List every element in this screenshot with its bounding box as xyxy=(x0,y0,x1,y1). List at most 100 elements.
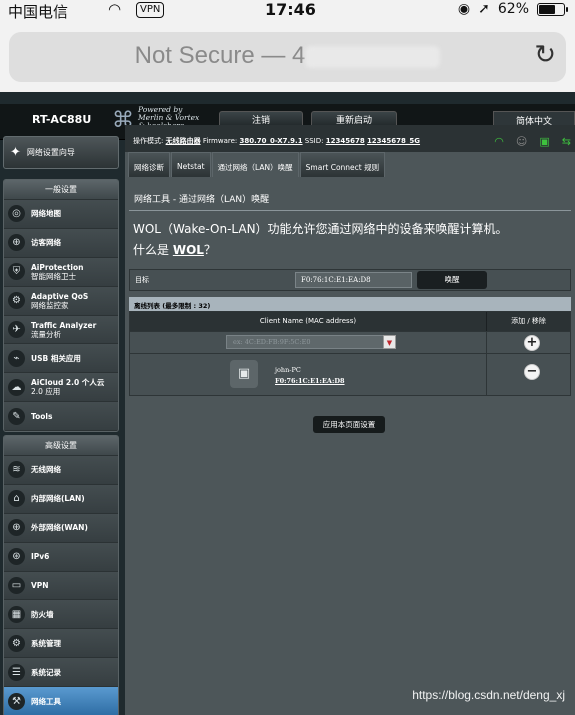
sidebar-item-usb[interactable]: ⌁ USB 相关应用 xyxy=(4,344,118,374)
sidebar-item-label: Traffic Analyzer 流量分析 xyxy=(31,321,96,339)
client-select-placeholder: ex: 4C:ED:FB:9F:5C:E0 xyxy=(233,338,311,346)
wol-link[interactable]: WOL xyxy=(173,243,204,257)
operation-bar: 操作模式: 无线路由器 Firmware: 380.70_0-X7.9.1 SS… xyxy=(125,125,575,152)
wake-button[interactable]: 唤醒 xyxy=(417,271,487,289)
sidebar-item-label: 外部网络(WAN) xyxy=(31,523,88,532)
quick-setup-label: 网络设置向导 xyxy=(26,148,75,157)
tab-smart-connect[interactable]: Smart Connect 规则 xyxy=(299,152,386,177)
sidebar-item-firewall[interactable]: ▦ 防火墙 xyxy=(4,600,118,630)
admin-icon: ⚙ xyxy=(8,634,25,652)
sidebar-item-wan[interactable]: ⊕ 外部网络(WAN) xyxy=(4,513,118,543)
tab-netstat[interactable]: Netstat xyxy=(171,152,211,177)
sidebar-item-label: AiCloud 2.0 个人云 2.0 应用 xyxy=(31,378,104,396)
tab-network-diagnosis[interactable]: 网络诊断 xyxy=(128,152,170,177)
wan-icon: ⊕ xyxy=(8,519,25,537)
wifi-status-icon[interactable]: ◠ xyxy=(494,135,504,148)
target-mac-input[interactable]: F0:76:1C:E1:EA:D8 xyxy=(295,272,412,288)
usb-status-icon[interactable]: ⇆ xyxy=(562,135,571,148)
wrench-icon: ✎ xyxy=(8,407,25,425)
firmware-link[interactable]: 380.70_0-X7.9.1 xyxy=(240,137,303,145)
sidebar-item-tools[interactable]: ⚒ 网络工具 xyxy=(4,687,118,715)
sidebar-item-line1: 网络地图 xyxy=(31,209,61,219)
mode-label: 操作模式: xyxy=(133,137,164,145)
sidebar-item-label: 防火墙 xyxy=(31,610,54,619)
url-redaction xyxy=(305,45,441,68)
general-section: 一般设置 ◎ 网络地图 ⊕ 访客网络 ⛨ AiProtection 智能网络卫士 ⚙ Adapt… xyxy=(3,179,119,433)
sidebar-item-vpn[interactable]: ▭ VPN xyxy=(4,571,118,601)
client-mac-link[interactable]: F0:76:1C:E1:EA:D8 xyxy=(275,377,345,385)
qos-icon: ⚙ xyxy=(8,292,25,310)
sidebar-item-label: 无线网络 xyxy=(31,465,61,474)
battery-percent: 62% xyxy=(497,1,529,17)
tab-wake-on-lan[interactable]: 通过网络（LAN）唤醒 xyxy=(211,152,299,177)
main-panel: 操作模式: 无线路由器 Firmware: 380.70_0-X7.9.1 SS… xyxy=(125,125,575,715)
sidebar-item-wireless[interactable]: ≋ 无线网络 xyxy=(4,456,118,485)
sidebar-item-traffic[interactable]: ✈ Traffic Analyzer 流量分析 xyxy=(4,315,118,345)
firmware-label: Firmware: xyxy=(202,137,238,145)
table-row: ▣ john-PC F0:76:1C:E1:EA:D8 − xyxy=(130,353,570,395)
address-bar[interactable]: Not Secure — 4 ↻ xyxy=(9,32,566,82)
offline-table: Client Name (MAC address) 添加 / 移除 ex: 4C… xyxy=(129,311,571,396)
add-button[interactable]: + xyxy=(524,335,540,351)
offline-list-title: 离线列表 (最多限制 : 32) xyxy=(129,297,571,311)
target-row: 目标 F0:76:1C:E1:EA:D8 唤醒 xyxy=(129,269,571,291)
page-title: 网络工具 - 通过网络（LAN）唤醒 xyxy=(134,195,270,205)
sidebar-item-wrench[interactable]: ✎ Tools xyxy=(4,402,118,432)
what-is-wol: 什么是 WOL？ xyxy=(129,239,571,265)
carrier-label: 中国电信 xyxy=(8,3,69,21)
sidebar-item-map[interactable]: ◎ 网络地图 xyxy=(4,200,118,229)
col-client-header: Client Name (MAC address) xyxy=(130,312,487,331)
sidebar-item-line1: 内部网络(LAN) xyxy=(31,494,85,504)
advanced-section: 高级设置 ≋ 无线网络 ⌂ 内部网络(LAN) ⊕ 外部网络(WAN) ⊛ IPv6 ▭ VPN ▦… xyxy=(3,435,119,715)
apply-button[interactable]: 应用本页面设置 xyxy=(313,416,385,433)
target-label: 目标 xyxy=(135,276,149,284)
sidebar-item-line1: AiCloud 2.0 个人云 xyxy=(31,378,105,388)
sidebar-item-line1: VPN xyxy=(31,581,49,590)
lock-rotation-icon: ◉ xyxy=(457,1,471,17)
client-name: john-PC xyxy=(275,366,301,374)
whatis-suffix: ？ xyxy=(203,243,216,257)
sidebar-item-admin[interactable]: ⚙ 系统管理 xyxy=(4,629,118,659)
sidebar-item-ipv6[interactable]: ⊛ IPv6 xyxy=(4,542,118,572)
status-bar: 中国电信 ◠ VPN 17:46 ◉ ➚ 62% xyxy=(0,0,575,22)
windows-pc-icon: ▣ xyxy=(230,360,258,388)
sidebar: ✦ 网络设置向导 一般设置 ◎ 网络地图 ⊕ 访客网络 ⛨ AiProtection 智能网… xyxy=(3,136,119,715)
wireless-icon: ≋ xyxy=(8,461,25,479)
ssid-link-2[interactable]: 12345678_5G xyxy=(367,137,420,145)
mode-link[interactable]: 无线路由器 xyxy=(166,137,201,145)
remove-button[interactable]: − xyxy=(524,364,540,380)
sidebar-item-globe[interactable]: ⊕ 访客网络 xyxy=(4,228,118,258)
client-select[interactable]: ex: 4C:ED:FB:9F:5C:E0 ▼ xyxy=(226,335,396,349)
battery-fill xyxy=(539,4,556,14)
tab-bar: 网络诊断 Netstat 通过网络（LAN）唤醒 Smart Connect 规… xyxy=(125,152,386,178)
table-header: Client Name (MAC address) 添加 / 移除 xyxy=(130,312,570,331)
reload-icon[interactable]: ↻ xyxy=(534,40,556,70)
content-area: 网络工具 - 通过网络（LAN）唤醒 WOL（Wake-On-LAN）功能允许您… xyxy=(125,178,575,715)
sidebar-item-label: 系统记录 xyxy=(31,668,61,677)
battery-icon xyxy=(537,2,568,16)
sidebar-item-line1: 系统记录 xyxy=(31,667,61,677)
user-status-icon[interactable]: ☺ xyxy=(516,135,527,148)
whatis-prefix: 什么是 xyxy=(133,243,173,257)
table-row-add: ex: 4C:ED:FB:9F:5C:E0 ▼ + xyxy=(130,331,570,353)
sidebar-item-line1: Tools xyxy=(31,411,53,421)
location-icon: ➚ xyxy=(478,1,490,17)
watermark: https://blog.csdn.net/deng_xj xyxy=(412,688,565,702)
network-status-icon[interactable]: ▣ xyxy=(539,135,549,148)
sidebar-item-qos[interactable]: ⚙ Adaptive QoS 网络监控家 xyxy=(4,286,118,316)
traffic-icon: ✈ xyxy=(8,321,25,338)
sidebar-item-log[interactable]: ☰ 系统记录 xyxy=(4,658,118,688)
chevron-down-icon[interactable]: ▼ xyxy=(383,335,396,349)
ssid-link-1[interactable]: 12345678 xyxy=(326,137,365,145)
ipv6-icon: ⊛ xyxy=(8,548,25,566)
sidebar-item-label: 系统管理 xyxy=(31,639,61,648)
general-list: ◎ 网络地图 ⊕ 访客网络 ⛨ AiProtection 智能网络卫士 ⚙ Adaptive Q… xyxy=(4,200,118,432)
quick-setup-button[interactable]: ✦ 网络设置向导 xyxy=(3,136,119,169)
router-page: RT-AC88U ⌘ Powered by Merlin & Vortex & … xyxy=(0,92,575,715)
sidebar-item-shield[interactable]: ⛨ AiProtection 智能网络卫士 xyxy=(4,257,118,287)
sidebar-item-lan[interactable]: ⌂ 内部网络(LAN) xyxy=(4,484,118,514)
wol-description: WOL（Wake-On-LAN）功能允许您通过网络中的设备来唤醒计算机。 xyxy=(133,222,508,236)
sidebar-item-line1: Adaptive QoS xyxy=(31,291,89,301)
sidebar-item-cloud[interactable]: ☁ AiCloud 2.0 个人云 2.0 应用 xyxy=(4,373,118,403)
sidebar-item-label: Adaptive QoS 网络监控家 xyxy=(31,292,88,310)
